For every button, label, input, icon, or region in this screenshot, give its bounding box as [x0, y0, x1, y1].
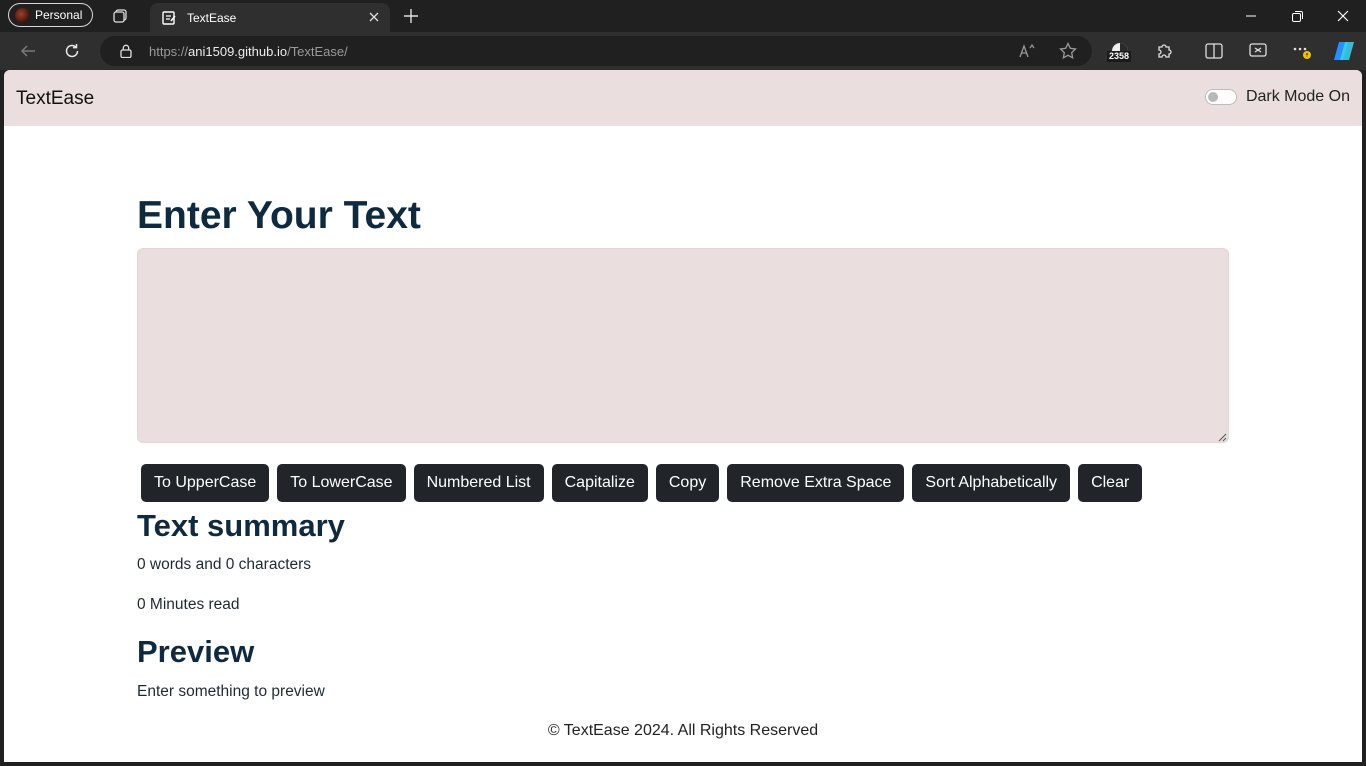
numbered-list-button[interactable]: Numbered List — [413, 464, 544, 502]
refresh-icon[interactable] — [58, 37, 86, 65]
dark-mode-toggle-wrapper: Dark Mode On — [1204, 88, 1350, 106]
preview-heading: Preview — [137, 634, 255, 669]
collections-icon[interactable] — [1244, 37, 1272, 65]
action-buttons: To UpperCase To LowerCase Numbered List … — [141, 464, 1150, 502]
url-text[interactable]: https://ani1509.github.io/TextEase/ — [149, 44, 348, 59]
uppercase-button[interactable]: To UpperCase — [141, 464, 270, 502]
footer: © TextEase 2024. All Rights Reserved — [547, 722, 819, 739]
more-menu-icon[interactable] — [1288, 37, 1316, 65]
preview-text: Enter something to preview — [137, 683, 325, 700]
minimize-icon[interactable] — [1228, 0, 1274, 32]
restore-icon[interactable] — [1274, 0, 1320, 32]
profile-label: Personal — [35, 8, 83, 22]
lock-icon[interactable] — [118, 43, 134, 59]
notepad-icon — [161, 10, 177, 26]
resize-grip-icon[interactable] — [1218, 433, 1227, 442]
brand-logo-text[interactable]: TextEase — [16, 88, 94, 110]
profile-button[interactable]: Personal — [8, 3, 93, 27]
workspaces-icon[interactable] — [108, 4, 132, 28]
page-title: Enter Your Text — [137, 194, 421, 237]
capitalize-button[interactable]: Capitalize — [551, 464, 648, 502]
lowercase-button[interactable]: To LowerCase — [277, 464, 406, 502]
read-aloud-icon[interactable] — [1018, 41, 1038, 61]
remove-extra-space-button[interactable]: Remove Extra Space — [727, 464, 905, 502]
web-page: TextEase Dark Mode On Enter Your Text To… — [4, 70, 1362, 762]
clear-button[interactable]: Clear — [1078, 464, 1143, 502]
dark-mode-switch[interactable] — [1204, 89, 1237, 105]
navbar: TextEase Dark Mode On — [4, 70, 1362, 126]
tab-title: TextEase — [187, 10, 237, 25]
dark-mode-label[interactable]: Dark Mode On — [1246, 88, 1350, 106]
sort-alphabetically-button[interactable]: Sort Alphabetically — [912, 464, 1071, 502]
browser-tab-active[interactable]: TextEase — [150, 3, 390, 32]
read-time: 0 Minutes read — [137, 596, 240, 613]
new-tab-plus-icon[interactable] — [400, 5, 422, 27]
browser-toolbar: https://ani1509.github.io/TextEase/ — [0, 32, 1366, 70]
browser-tab-bar: Personal TextEase — [0, 0, 1366, 32]
profile-avatar — [15, 7, 30, 23]
url-scheme: https:// — [149, 44, 189, 59]
summary-heading: Text summary — [137, 508, 345, 543]
close-tab-icon[interactable] — [366, 9, 382, 25]
url-path: /TextEase/ — [287, 44, 348, 59]
url-host: ani1509.github.io — [188, 44, 288, 59]
text-input-area[interactable] — [137, 248, 1229, 443]
extensions-puzzle-icon[interactable] — [1151, 37, 1179, 65]
extension-badge-count: 2358 — [1107, 51, 1132, 62]
split-screen-icon[interactable] — [1200, 37, 1228, 65]
word-char-count: 0 words and 0 characters — [137, 556, 312, 573]
address-bar[interactable]: https://ani1509.github.io/TextEase/ — [100, 36, 1092, 66]
copy-button[interactable]: Copy — [655, 464, 720, 502]
close-window-icon[interactable] — [1320, 0, 1366, 32]
favorite-star-icon[interactable] — [1058, 41, 1078, 61]
back-arrow-icon[interactable] — [14, 37, 42, 65]
copilot-icon[interactable] — [1330, 37, 1358, 65]
